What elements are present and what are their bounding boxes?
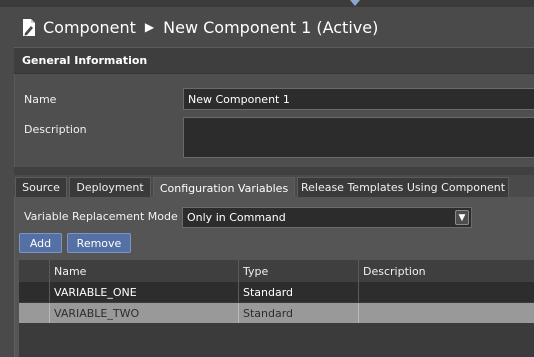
description-label: Description bbox=[24, 123, 87, 136]
column-header-name[interactable]: Name bbox=[50, 260, 239, 282]
page-title: New Component 1 (Active) bbox=[163, 17, 379, 37]
name-label: Name bbox=[24, 93, 57, 106]
cell-name[interactable]: VARIABLE_TWO bbox=[50, 303, 239, 323]
cell-name[interactable]: VARIABLE_ONE bbox=[50, 282, 239, 302]
top-strip bbox=[0, 0, 534, 7]
row-header-column bbox=[19, 260, 50, 282]
variable-replacement-mode-select[interactable]: Only in Command ▼ bbox=[182, 207, 472, 228]
splitter-marker-icon[interactable] bbox=[350, 0, 360, 6]
section-separator bbox=[14, 167, 534, 175]
title-bar: Component ▶ New Component 1 (Active) bbox=[0, 7, 534, 47]
column-header-type[interactable]: Type bbox=[239, 260, 359, 282]
cell-description[interactable] bbox=[359, 282, 534, 302]
breadcrumb-root[interactable]: Component bbox=[43, 18, 136, 37]
add-button[interactable]: Add bbox=[19, 233, 62, 253]
name-field[interactable] bbox=[183, 88, 534, 110]
cell-type[interactable]: Standard bbox=[239, 282, 359, 302]
row-selector[interactable] bbox=[19, 303, 50, 323]
remove-button[interactable]: Remove bbox=[67, 233, 131, 253]
description-field[interactable] bbox=[183, 117, 534, 158]
cell-description[interactable] bbox=[359, 303, 534, 323]
table-row[interactable]: VARIABLE_TWO Standard bbox=[19, 303, 534, 323]
breadcrumb-arrow-icon: ▶ bbox=[144, 20, 155, 34]
table-row[interactable]: VARIABLE_ONE Standard bbox=[19, 282, 534, 302]
variable-replacement-mode-label: Variable Replacement Mode bbox=[24, 210, 178, 223]
column-header-description[interactable]: Description bbox=[359, 260, 534, 282]
tab-source[interactable]: Source bbox=[15, 177, 67, 197]
row-selector[interactable] bbox=[19, 282, 50, 302]
document-edit-icon bbox=[23, 18, 35, 36]
chevron-down-icon[interactable]: ▼ bbox=[455, 210, 469, 225]
tab-release-templates[interactable]: Release Templates Using Component bbox=[297, 177, 509, 197]
tab-deployment[interactable]: Deployment bbox=[69, 177, 151, 197]
cell-type[interactable]: Standard bbox=[239, 303, 359, 323]
variable-replacement-mode-value: Only in Command bbox=[187, 211, 286, 224]
tab-configuration-variables[interactable]: Configuration Variables bbox=[153, 177, 295, 198]
general-information-header: General Information bbox=[14, 47, 534, 74]
